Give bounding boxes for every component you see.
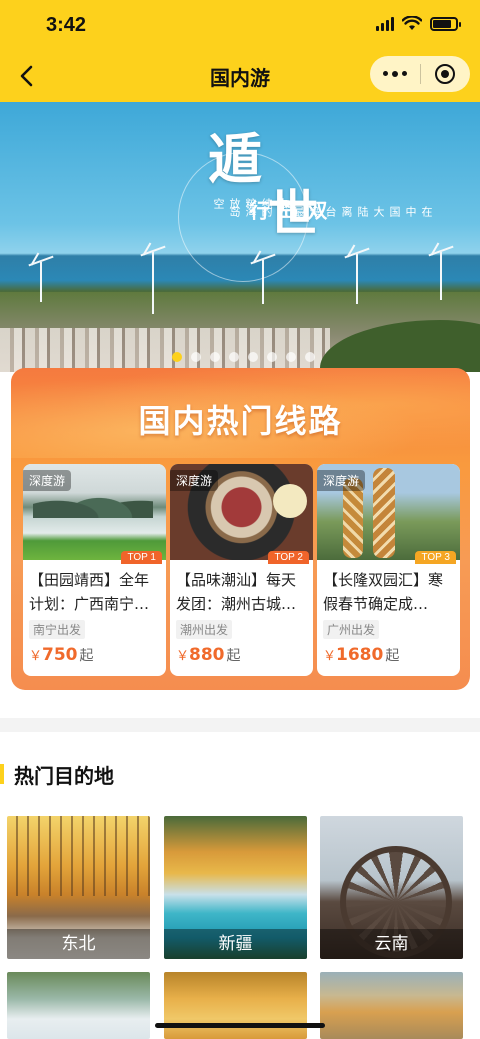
hot-destinations-header: 热门目的地 [0,760,114,788]
indicator-dot[interactable] [191,352,201,362]
route-price: ￥1680 起 [323,645,460,665]
price-suffix: 起 [79,648,94,664]
wind-turbine-icon [152,252,154,314]
indicator-dot[interactable] [210,352,220,362]
route-name: 【长隆双园汇】寒假春节确定成… [323,571,444,613]
route-price: ￥750 起 [29,645,166,665]
battery-icon [430,16,461,31]
destination-tile[interactable]: 东北 [7,816,150,959]
currency-symbol: ￥ [323,649,337,664]
target-icon [435,64,456,84]
banner-headline: 遁 世 双岛行 去纯粹放空 在中国大陆离台湾最近的海岛 [178,132,433,282]
destination-tile[interactable] [164,972,307,1039]
route-price: ￥880 起 [176,645,313,665]
indicator-dot[interactable] [172,352,182,362]
section-divider [0,718,480,732]
destination-tile[interactable] [7,972,150,1039]
route-image: 深度游 TOP 3 [317,464,460,564]
destination-label: 云南 [320,929,463,959]
signal-icon [376,16,394,31]
wind-turbine-icon [440,252,442,300]
price-value: 1680 [336,645,384,665]
route-card[interactable]: 深度游 TOP 1 【田园靖西】全年计划：广西南宁… 南宁出发 ￥750 起 [23,464,166,676]
more-button[interactable] [370,56,420,92]
wind-turbine-icon [40,262,42,302]
rank-badge: TOP 1 [121,551,162,564]
wind-turbine-icon [356,254,358,304]
route-name: 【品味潮汕】每天发团：潮州古城… [176,571,297,613]
hot-destinations-title: 热门目的地 [14,763,114,788]
route-card[interactable]: 深度游 TOP 3 【长隆双园汇】寒假春节确定成… 广州出发 ￥1680 起 [317,464,460,676]
indicator-dot[interactable] [286,352,296,362]
destination-tile[interactable]: 云南 [320,816,463,959]
route-name: 【田园靖西】全年计划：广西南宁… [29,571,150,613]
wifi-icon [402,16,422,30]
route-image: 深度游 TOP 2 [170,464,313,564]
price-suffix: 起 [385,648,400,664]
route-card[interactable]: 深度游 TOP 2 【品味潮汕】每天发团：潮州古城… 潮州出发 ￥880 起 [170,464,313,676]
home-indicator[interactable] [155,1023,325,1028]
route-tag: 深度游 [170,470,219,491]
indicator-dot[interactable] [305,352,315,362]
currency-symbol: ￥ [29,649,43,664]
route-image: 深度游 TOP 1 [23,464,166,564]
depart-city: 潮州出发 [176,620,233,639]
price-value: 880 [189,645,225,665]
depart-city: 广州出发 [323,620,380,639]
top-bar: 3:42 国内游 [0,0,480,102]
more-dots-icon [382,71,407,77]
status-icons [376,16,461,31]
banner-tagline-right: 在中国大陆离台湾最近的海岛 [228,206,433,217]
route-tag: 深度游 [317,470,366,491]
depart-city: 南宁出发 [29,620,86,639]
indicator-dot[interactable] [267,352,277,362]
mini-program-capsule [370,56,470,92]
destination-label: 新疆 [164,929,307,959]
status-time: 3:42 [46,14,87,36]
price-value: 750 [42,645,78,665]
destination-tile[interactable]: 新疆 [164,816,307,959]
route-tag: 深度游 [23,470,72,491]
hot-routes-section: 国内热门线路 深度游 TOP 1 【田园靖西】全年计划：广西南宁… 南宁出发 ￥… [11,368,470,690]
close-mini-program-button[interactable] [420,56,470,92]
destination-tile[interactable] [320,972,463,1039]
banner-village [0,328,330,372]
currency-symbol: ￥ [176,649,190,664]
indicator-dot[interactable] [248,352,258,362]
indicator-dot[interactable] [229,352,239,362]
destination-label: 东北 [7,929,150,959]
promo-banner[interactable]: 遁 世 双岛行 去纯粹放空 在中国大陆离台湾最近的海岛 [0,102,480,372]
rank-badge: TOP 3 [415,551,456,564]
section-accent-bar [0,764,4,784]
price-suffix: 起 [226,648,241,664]
hot-routes-title: 国内热门线路 [138,402,343,440]
banner-indicator [172,352,315,362]
rank-badge: TOP 2 [268,551,309,564]
